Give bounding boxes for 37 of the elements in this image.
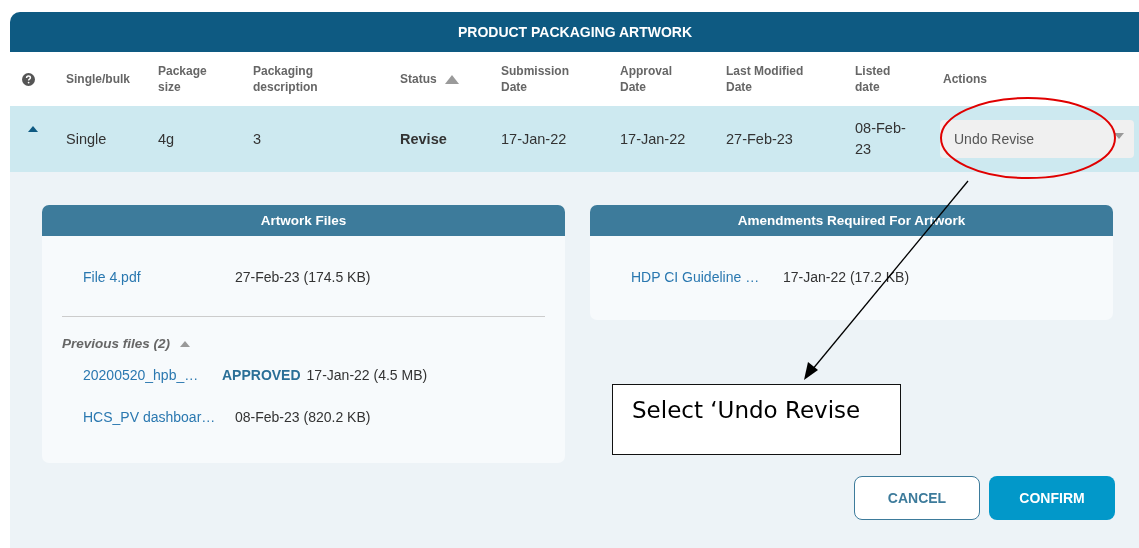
card-title: Artwork Files — [260, 213, 347, 228]
sort-icon[interactable] — [444, 74, 459, 84]
annotation-text: Select ‘Undo Revise — [632, 397, 861, 423]
action-dropdown[interactable]: Undo Revise — [940, 120, 1134, 158]
previous-files-toggle[interactable]: Previous files (2) — [62, 336, 171, 351]
file-info: 27-Feb-23 (174.5 KB) — [235, 269, 371, 285]
column-header: Submission Date — [501, 63, 570, 95]
column-header: Last Modified Date — [726, 63, 805, 95]
caret-icon[interactable] — [28, 126, 38, 132]
table-cell-text: 17-Jan-22 — [501, 129, 567, 149]
table-cell-text: 08-Feb-23 — [855, 119, 907, 159]
file-info: 08-Feb-23 (820.2 KB) — [235, 409, 371, 425]
table-cell-text: 3 — [253, 129, 262, 149]
cancel-button[interactable]: CANCEL — [854, 476, 980, 520]
file-link[interactable]: File 4.pdf — [83, 269, 220, 285]
table-cell-text: Single — [66, 129, 107, 149]
column-header: Package size — [158, 63, 208, 95]
file-link[interactable]: HCS_PV dashboar… — [83, 409, 220, 425]
column-header: Packaging description — [253, 63, 319, 95]
file-info: 17-Jan-22 (4.5 MB) — [306, 367, 428, 383]
column-header: Single/bulk — [66, 71, 130, 87]
file-link[interactable]: HDP CI Guideline … — [631, 269, 768, 285]
column-header: Listed date — [855, 63, 892, 95]
column-header: Actions — [943, 71, 987, 87]
column-header: Approval Date — [620, 63, 673, 95]
status-header[interactable]: Status — [400, 71, 437, 87]
help-icon[interactable] — [22, 72, 35, 86]
confirm-button[interactable]: CONFIRM — [989, 476, 1115, 520]
file-link[interactable]: 20200520_hpb_… — [83, 367, 220, 383]
table-cell-text: 27-Feb-23 — [726, 129, 793, 149]
caret-icon — [1114, 133, 1124, 139]
table-cell-text: Revise — [400, 129, 447, 149]
table-cell-text: 17-Jan-22 — [620, 129, 686, 149]
dialog-title: PRODUCT PACKAGING ARTWORK — [457, 24, 693, 40]
caret-icon[interactable] — [180, 340, 191, 347]
approved-status: APPROVED — [222, 367, 301, 383]
table-cell-text: 4g — [158, 129, 175, 149]
